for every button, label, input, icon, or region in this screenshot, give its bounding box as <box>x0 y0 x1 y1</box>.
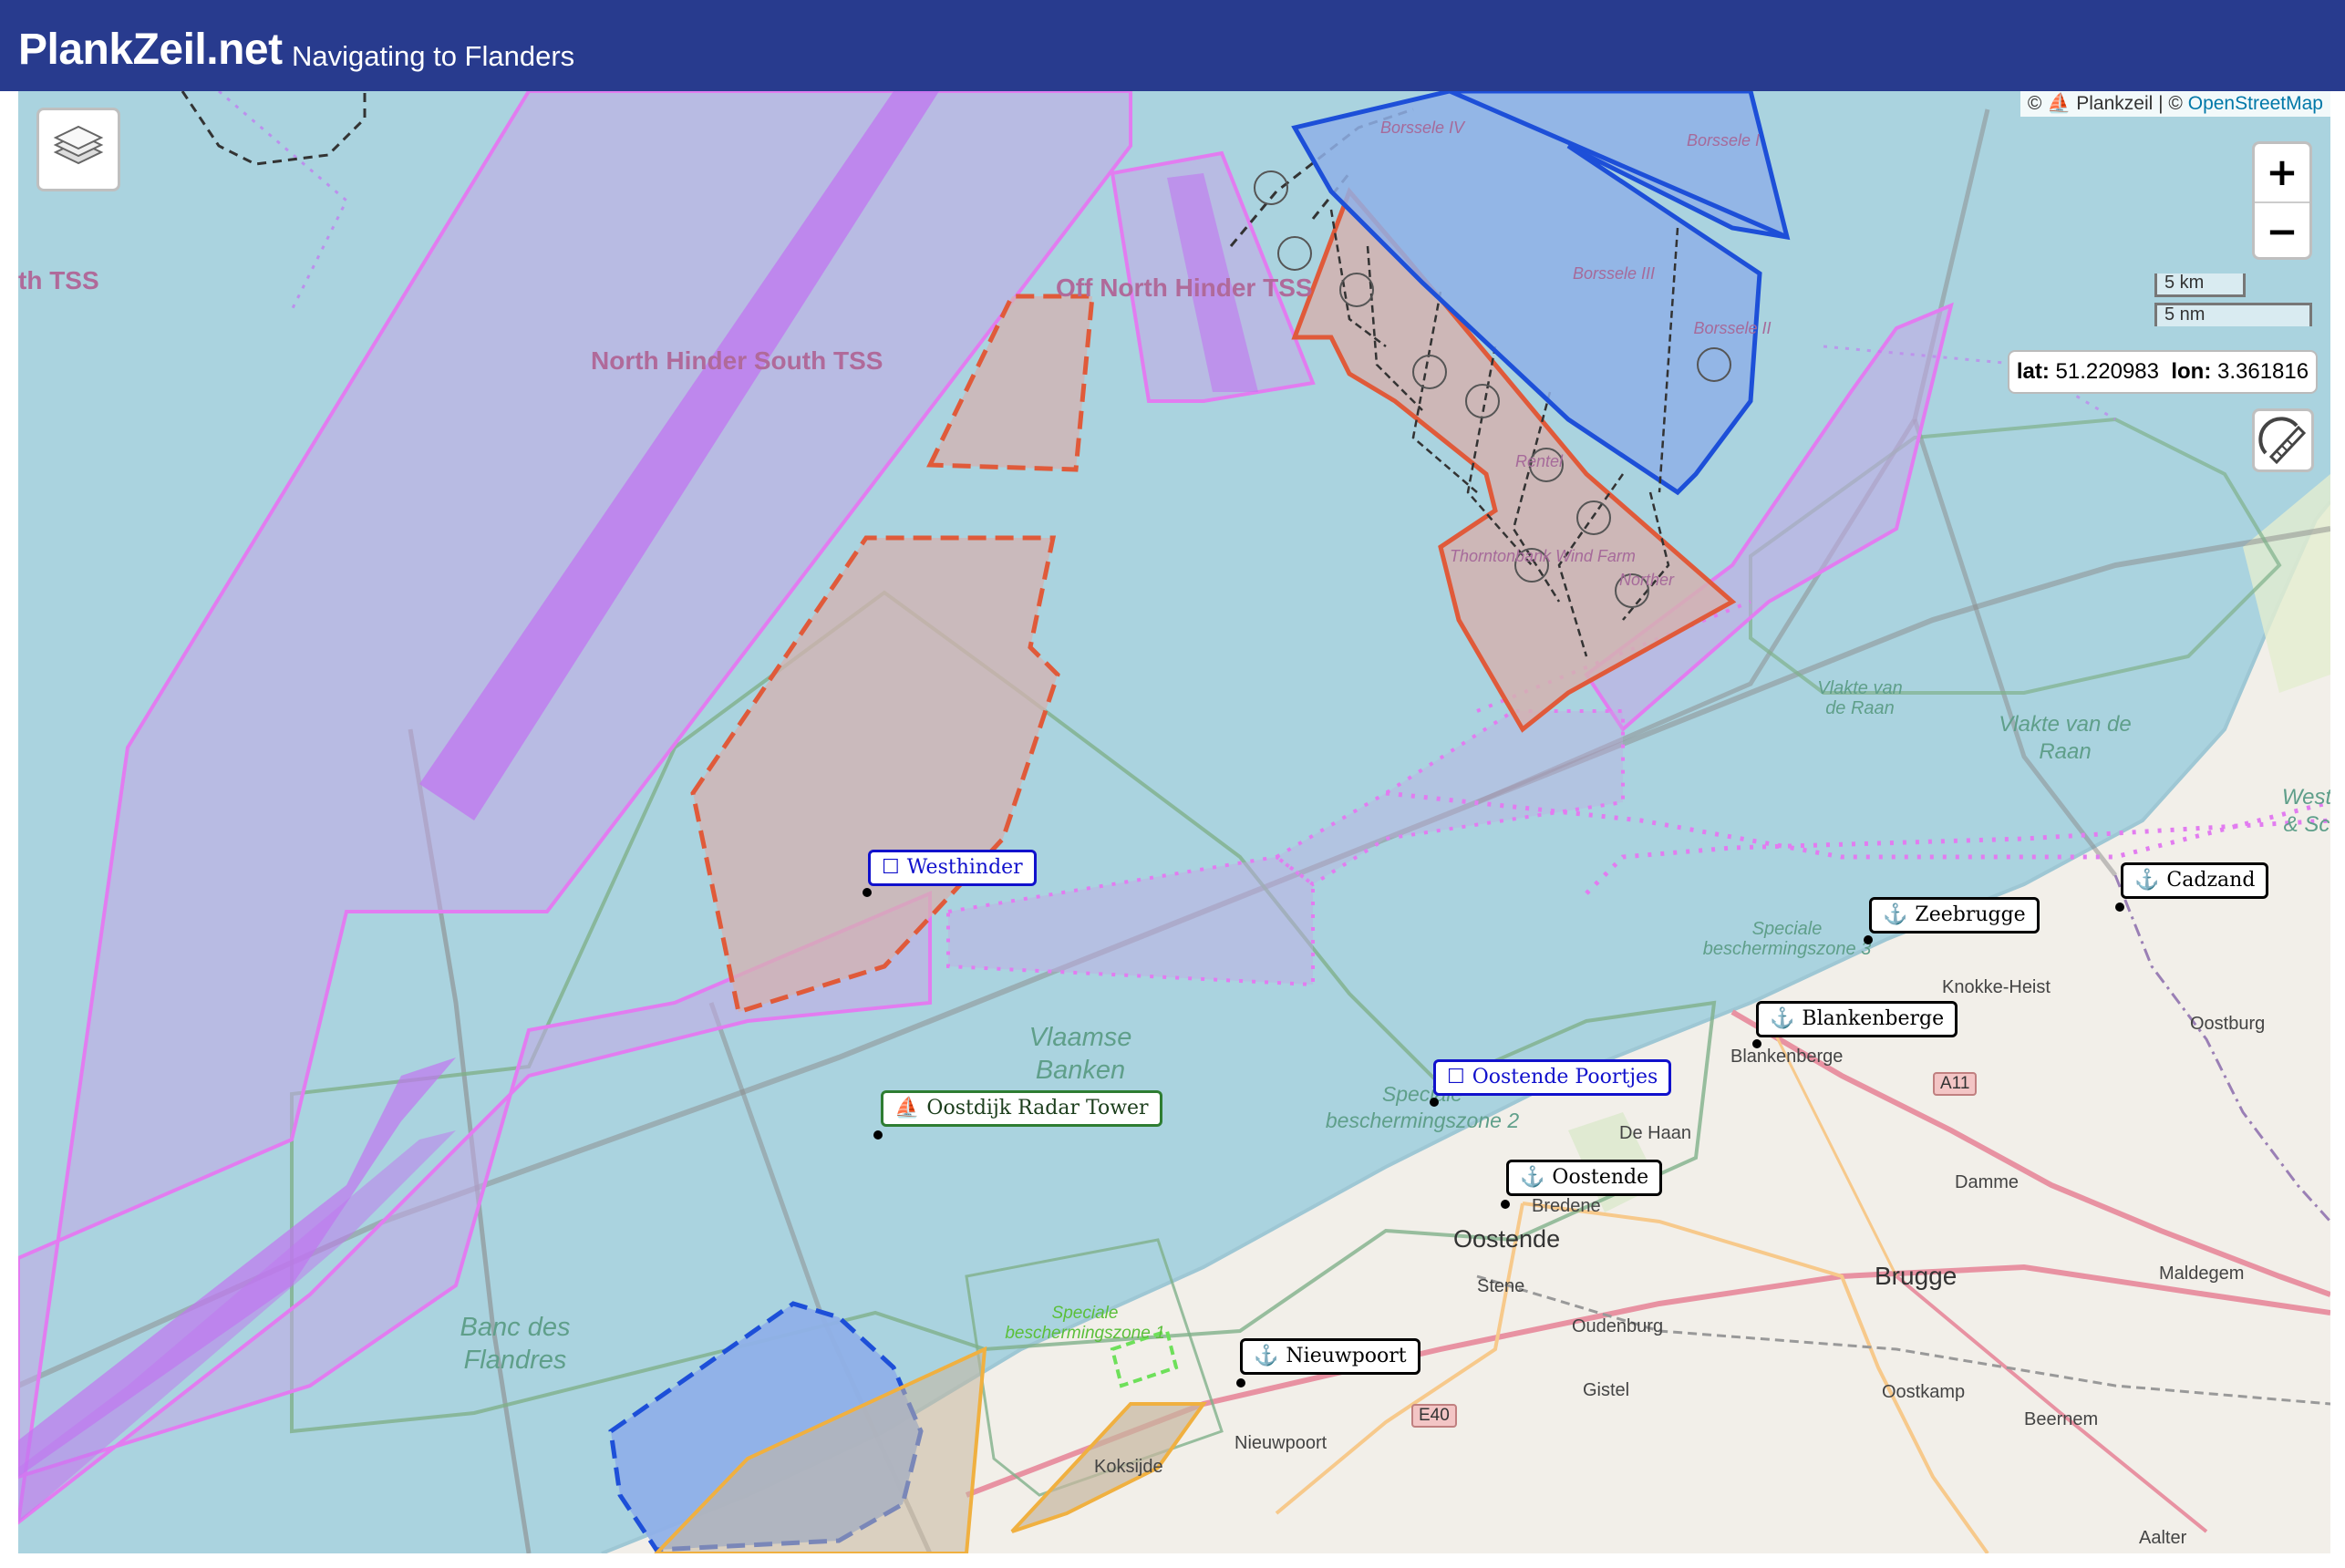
ruler-pencil-icon <box>2258 417 2307 465</box>
wf-label-norther: Norther <box>1619 571 1675 589</box>
marker-pin <box>1864 935 1873 944</box>
sea-label-szone1: Speciale beschermingszone 1 <box>1005 1304 1165 1343</box>
town-gistel: Gistel <box>1583 1380 1630 1400</box>
sea-label-vlaamse-banken: Vlaamse Banken <box>1028 1023 1132 1085</box>
sea-label-banc-des-flandres: Banc des Flandres <box>460 1313 571 1375</box>
site-title[interactable]: PlankZeil.net <box>18 25 283 75</box>
town-knokke: Knokke-Heist <box>1942 977 2051 997</box>
town-nieuwpoort: Nieuwpoort <box>1234 1433 1327 1453</box>
sea-label-vlakte-big: Vlakte van de Raan <box>1999 712 2132 764</box>
marker-pin <box>1501 1200 1510 1209</box>
road-shield-e40: E40 <box>1411 1404 1457 1428</box>
site-subtitle: Navigating to Flanders <box>292 40 575 72</box>
marker-westhinder[interactable]: ☐ Westhinder <box>868 850 1037 886</box>
town-maldegem: Maldegem <box>2159 1264 2245 1284</box>
anchor-icon: ⚓ <box>1770 1007 1795 1030</box>
sea-label-west-partial: West & Sc <box>2281 785 2330 837</box>
town-blankenberge: Blankenberge <box>1730 1047 1844 1067</box>
town-bredene: Bredene <box>1532 1196 1601 1216</box>
boat-icon: ⛵ <box>2047 93 2071 114</box>
town-beernem: Beernem <box>2024 1409 2099 1429</box>
page-footer-strip <box>0 1553 2345 1568</box>
app-header: PlankZeil.net Navigating to Flanders <box>0 0 2345 91</box>
anchor-icon: ⚓ <box>1254 1345 1279 1367</box>
tss-label-north-hinder-south: North Hinder South TSS <box>591 346 883 375</box>
map-layers <box>18 91 2330 1553</box>
layers-icon <box>53 125 104 165</box>
town-oostburg: Oostburg <box>2190 1014 2266 1034</box>
anchor-icon: ⚓ <box>1883 903 1908 926</box>
marker-pin <box>873 1130 883 1140</box>
measure-tool-button[interactable] <box>2252 408 2314 472</box>
square-icon: ☐ <box>1447 1066 1465 1088</box>
boat-icon: ⛵ <box>894 1097 920 1119</box>
square-icon: ☐ <box>882 856 900 879</box>
anchor-icon: ⚓ <box>2134 869 2160 892</box>
marker-blankenberge[interactable]: ⚓ Blankenberge <box>1756 1001 1958 1037</box>
marker-oostdijk-radar-tower[interactable]: ⛵ Oostdijk Radar Tower <box>881 1090 1162 1127</box>
anchor-icon: ⚓ <box>1520 1166 1545 1189</box>
zoom-in-button[interactable]: + <box>2255 144 2309 203</box>
zoom-control: + − <box>2252 141 2312 260</box>
sea-label-szone3: Speciale beschermingszone 3 <box>1702 919 1872 959</box>
town-oudenburg: Oudenburg <box>1572 1316 1664 1336</box>
marker-oostende-poortjes[interactable]: ☐ Oostende Poortjes <box>1433 1059 1672 1096</box>
scale-bar-km: 5 km <box>2154 273 2246 297</box>
route-line <box>1912 418 2117 877</box>
map-attribution: © ⛵ Plankzeil | © OpenStreetMap <box>2020 91 2330 117</box>
scale-bar-nm: 5 nm <box>2154 303 2312 326</box>
wf-label-thorntonbank: Thorntonbank Wind Farm <box>1450 547 1636 565</box>
wf-label-rentel: Rentel <box>1515 452 1564 470</box>
city-oostende: Oostende <box>1453 1225 1561 1253</box>
layers-button[interactable] <box>36 108 120 191</box>
town-oostkamp: Oostkamp <box>1882 1382 1966 1402</box>
town-de-haan: De Haan <box>1619 1123 1691 1143</box>
town-koksijde: Koksijde <box>1094 1457 1163 1477</box>
marker-pin <box>2115 903 2124 912</box>
marker-cadzand[interactable]: ⚓ Cadzand <box>2121 862 2269 899</box>
sea-label-vlakte-small: Vlakte van de Raan <box>1817 678 1903 718</box>
cursor-coordinates: lat: 51.220983 lon: 3.361816 <box>2008 350 2318 394</box>
marker-pin <box>1236 1378 1245 1387</box>
tss-label-off-north-hinder: Off North Hinder TSS <box>1056 273 1313 302</box>
wf-label-borssele-i: Borssele I <box>1687 131 1761 150</box>
lane-faint <box>218 91 348 311</box>
marker-zeebrugge[interactable]: ⚓ Zeebrugge <box>1869 897 2040 934</box>
town-damme: Damme <box>1955 1172 2020 1192</box>
town-stene: Stene <box>1477 1276 1525 1296</box>
marker-pin <box>1752 1039 1761 1048</box>
town-aalter: Aalter <box>2139 1528 2187 1548</box>
map-canvas[interactable]: th TSS North Hinder South TSS Off North … <box>18 91 2330 1553</box>
osm-link[interactable]: OpenStreetMap <box>2188 93 2323 114</box>
tss-label-partial: th TSS <box>18 266 99 294</box>
city-brugge: Brugge <box>1875 1262 1958 1290</box>
dash-top <box>181 91 367 166</box>
wf-label-borssele-iv: Borssele IV <box>1379 119 1465 137</box>
marker-oostende[interactable]: ⚓ Oostende <box>1506 1160 1663 1196</box>
wf-label-borssele-iii: Borssele III <box>1572 264 1656 283</box>
road-shield-a11: A11 <box>1933 1072 1978 1096</box>
marker-pin <box>863 888 872 897</box>
zoom-out-button[interactable]: − <box>2255 203 2309 257</box>
wf-label-borssele-ii: Borssele II <box>1693 319 1772 337</box>
marker-pin <box>1430 1098 1439 1107</box>
marker-nieuwpoort[interactable]: ⚓ Nieuwpoort <box>1240 1338 1420 1375</box>
